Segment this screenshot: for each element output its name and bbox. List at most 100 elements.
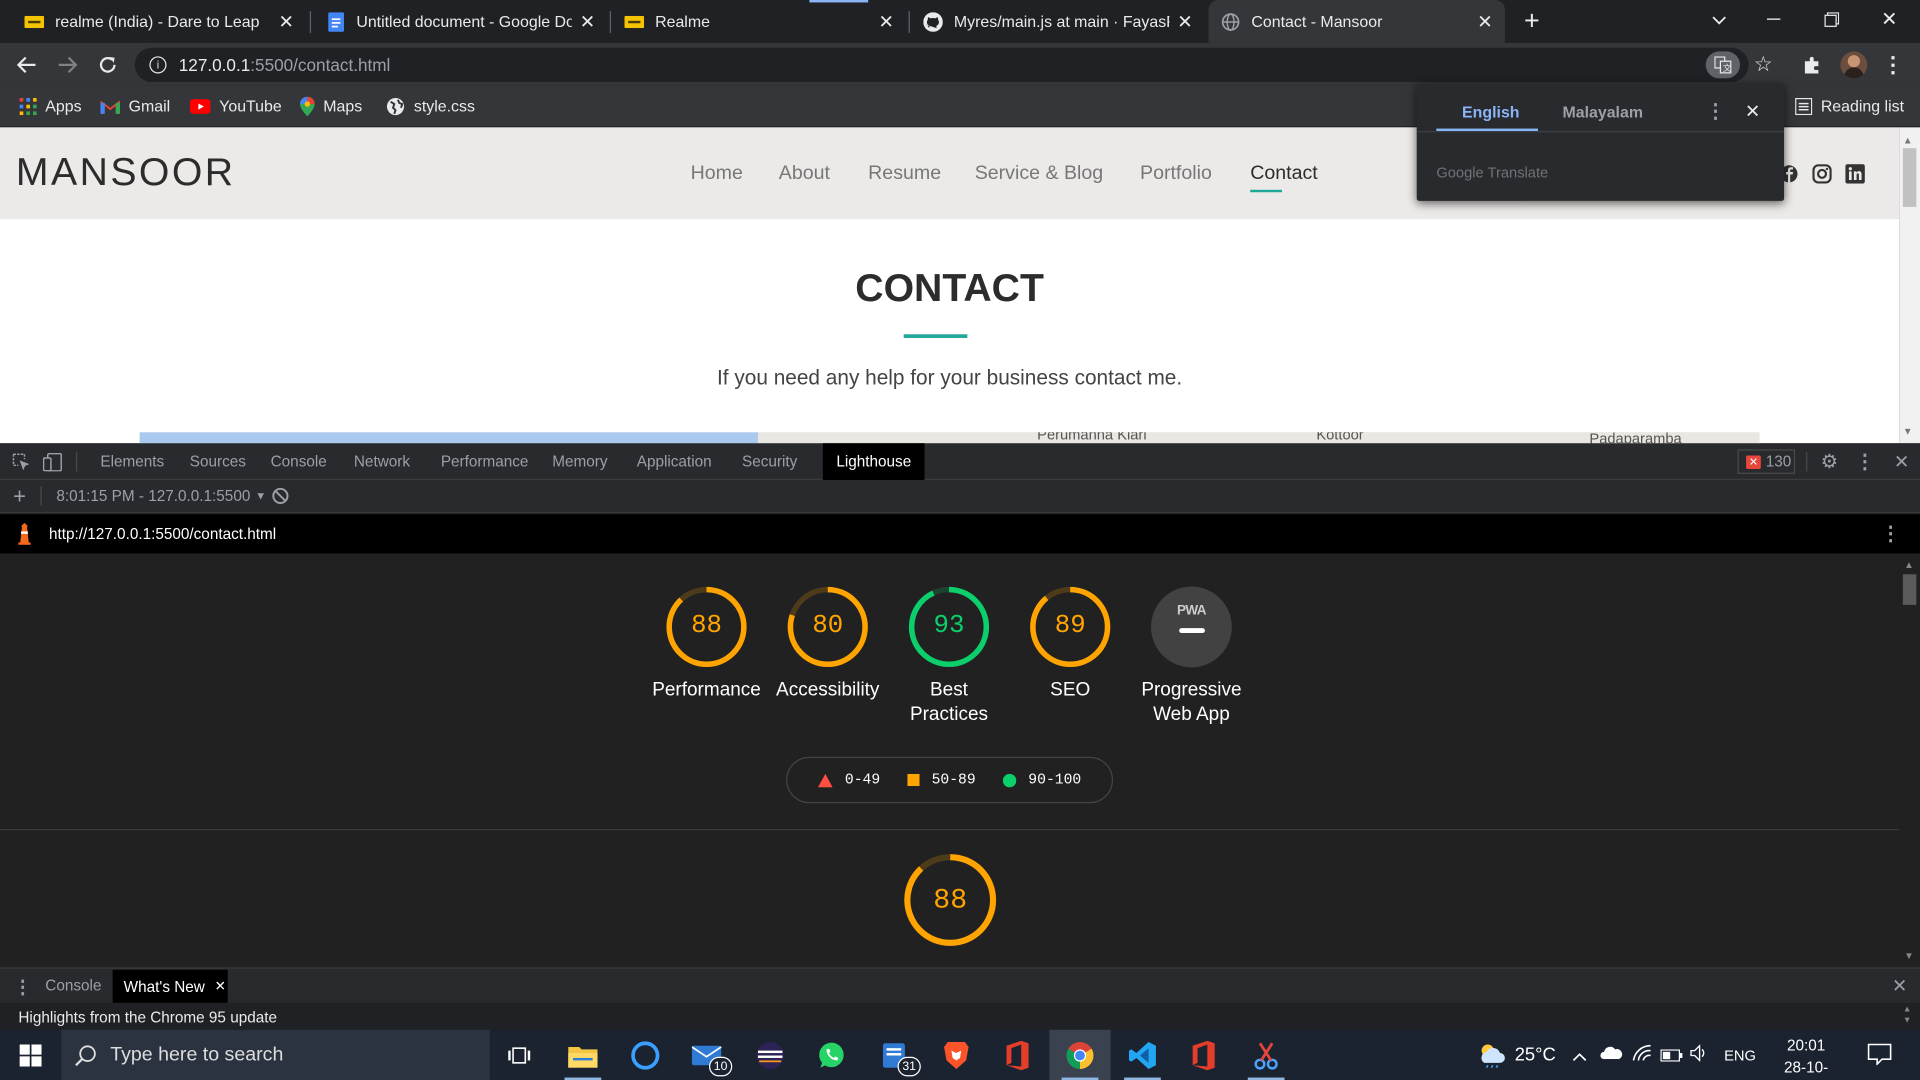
error-count-badge[interactable]: ✕ 130 bbox=[1737, 449, 1796, 474]
drawer-menu-icon[interactable]: ⋮ bbox=[13, 976, 31, 998]
restore-icon[interactable] bbox=[1820, 7, 1844, 31]
devtools-tab-lighthouse[interactable]: Lighthouse bbox=[822, 443, 925, 481]
weather-temperature[interactable]: 25°C bbox=[1515, 1044, 1556, 1065]
devtools-tab-elements[interactable]: Elements bbox=[100, 443, 164, 480]
linkedin-icon[interactable] bbox=[1844, 163, 1866, 185]
report-scrollbar-thumb[interactable] bbox=[1902, 574, 1917, 605]
browser-tab-realme[interactable]: Realme ✕ bbox=[612, 0, 906, 43]
taskbar-search-box[interactable]: Type here to search bbox=[61, 1029, 490, 1080]
browser-tab-github[interactable]: Myres/main.js at main · FayasFF/ ✕ bbox=[911, 0, 1205, 43]
volume-icon[interactable] bbox=[1690, 1044, 1710, 1065]
devtools-tab-memory[interactable]: Memory bbox=[552, 443, 607, 480]
inspect-element-icon[interactable] bbox=[11, 452, 31, 472]
eclipse-icon[interactable] bbox=[740, 1030, 801, 1080]
score-gauge-accessibility[interactable]: 80 Accessibility bbox=[767, 586, 889, 703]
nav-resume[interactable]: Resume bbox=[868, 163, 941, 185]
translate-lang-malayalam[interactable]: Malayalam bbox=[1562, 103, 1643, 121]
devtools-tab-application[interactable]: Application bbox=[637, 443, 712, 480]
scroll-up-icon[interactable]: ▲ bbox=[1903, 1005, 1911, 1014]
forward-arrow-icon[interactable] bbox=[55, 53, 79, 77]
start-button[interactable] bbox=[0, 1030, 61, 1080]
chrome-icon[interactable] bbox=[1049, 1029, 1111, 1080]
new-tab-icon[interactable]: + bbox=[1518, 5, 1545, 36]
reload-icon[interactable] bbox=[96, 53, 120, 77]
browser-tab-contact-active[interactable]: Contact - Mansoor ✕ bbox=[1208, 0, 1505, 43]
new-report-plus-icon[interactable]: + bbox=[10, 483, 30, 507]
score-gauge-pwa[interactable]: PWA Progressive Web App bbox=[1130, 586, 1252, 728]
scroll-down-icon[interactable]: ▼ bbox=[1903, 426, 1913, 437]
reading-list-button[interactable]: Reading list bbox=[1795, 86, 1904, 126]
cortana-icon[interactable] bbox=[615, 1030, 676, 1080]
browser-menu-icon[interactable]: ⋮ bbox=[1882, 52, 1904, 77]
site-logo[interactable]: MANSOOR bbox=[16, 149, 236, 194]
profile-avatar[interactable] bbox=[1840, 51, 1868, 79]
tab-search-chevron-icon[interactable] bbox=[1707, 9, 1731, 33]
bookmark-maps[interactable]: Maps bbox=[300, 86, 362, 126]
scroll-up-icon[interactable]: ▲ bbox=[1903, 135, 1913, 146]
close-window-icon[interactable]: ✕ bbox=[1877, 7, 1901, 31]
nav-home[interactable]: Home bbox=[691, 163, 743, 185]
score-gauge-seo[interactable]: 89 SEO bbox=[1009, 586, 1131, 703]
score-gauge-best-practices[interactable]: 93 Best Practices bbox=[888, 586, 1010, 728]
browser-tab-realme-india[interactable]: realme (India) - Dare to Leap ✕ bbox=[12, 0, 306, 43]
tab-close-icon[interactable]: ✕ bbox=[1177, 10, 1192, 33]
input-language[interactable]: ENG bbox=[1724, 1047, 1756, 1064]
address-bar[interactable]: i 127.0.0.1:5500/contact.html bbox=[134, 47, 1749, 83]
tab-close-icon[interactable]: ✕ bbox=[278, 10, 293, 33]
translate-options-icon[interactable]: ⋮ bbox=[1706, 99, 1726, 123]
bookmark-star-icon[interactable]: ☆ bbox=[1751, 53, 1775, 77]
page-scrollbar-thumb[interactable] bbox=[1902, 148, 1917, 207]
back-arrow-icon[interactable] bbox=[15, 53, 39, 77]
whatsapp-icon[interactable] bbox=[801, 1030, 862, 1080]
tab-close-icon[interactable]: ✕ bbox=[878, 10, 893, 33]
report-selector[interactable]: 8:01:15 PM - 127.0.0.1:5500 ▼ bbox=[56, 487, 266, 504]
brave-browser-icon[interactable] bbox=[926, 1030, 987, 1080]
snipping-tool-icon[interactable] bbox=[1236, 1030, 1297, 1080]
close-icon[interactable]: ✕ bbox=[215, 978, 226, 995]
scroll-down-icon[interactable]: ▼ bbox=[1904, 950, 1914, 961]
nav-about[interactable]: About bbox=[779, 163, 830, 185]
bookmark-youtube[interactable]: YouTube bbox=[189, 86, 282, 126]
report-scrollbar[interactable]: ▲ ▼ bbox=[1899, 553, 1920, 968]
mail-icon[interactable]: 10 bbox=[677, 1030, 738, 1080]
drawer-tab-console[interactable]: Console bbox=[45, 977, 101, 994]
nav-service-blog[interactable]: Service & Blog bbox=[975, 163, 1103, 185]
devtools-menu-icon[interactable]: ⋮ bbox=[1855, 452, 1875, 473]
device-toolbar-icon[interactable] bbox=[42, 452, 63, 472]
translate-close-icon[interactable]: ✕ bbox=[1745, 100, 1760, 123]
scroll-down-icon[interactable]: ▼ bbox=[1903, 1016, 1911, 1025]
clear-reports-icon[interactable] bbox=[271, 486, 291, 506]
devtools-settings-gear-icon[interactable]: ⚙ bbox=[1820, 452, 1840, 473]
nav-portfolio[interactable]: Portfolio bbox=[1140, 163, 1212, 185]
devtools-tab-security[interactable]: Security bbox=[742, 443, 797, 480]
report-menu-icon[interactable]: ⋮ bbox=[1881, 522, 1901, 546]
show-hidden-icons-chevron-icon[interactable] bbox=[1572, 1047, 1587, 1065]
onedrive-cloud-icon[interactable] bbox=[1600, 1044, 1623, 1062]
notifications-icon[interactable] bbox=[1867, 1043, 1892, 1069]
nav-contact[interactable]: Contact bbox=[1250, 163, 1318, 185]
office-icon[interactable] bbox=[987, 1030, 1048, 1080]
weather-icon[interactable] bbox=[1476, 1040, 1508, 1069]
tab-close-icon[interactable]: ✕ bbox=[580, 10, 595, 33]
bookmark-style-css[interactable]: style.css bbox=[386, 86, 475, 126]
bookmark-apps[interactable]: Apps bbox=[19, 86, 82, 126]
calendar-notes-icon[interactable]: 31 bbox=[864, 1030, 925, 1080]
battery-icon[interactable] bbox=[1660, 1047, 1683, 1065]
performance-large-gauge[interactable]: 88 bbox=[904, 853, 997, 946]
extensions-puzzle-icon[interactable] bbox=[1800, 53, 1824, 77]
embedded-map[interactable]: Perumanna Klari Kottoor Padaparamba bbox=[139, 432, 1760, 444]
drawer-tab-whats-new[interactable]: What's New ✕ bbox=[112, 969, 228, 1003]
taskbar-clock[interactable]: 20:01 28-10-2021 bbox=[1771, 1035, 1842, 1080]
minimize-icon[interactable] bbox=[1761, 7, 1785, 31]
drawer-close-icon[interactable]: ✕ bbox=[1892, 975, 1907, 997]
bookmark-gmail[interactable]: Gmail bbox=[100, 86, 170, 126]
tab-close-icon[interactable]: ✕ bbox=[1477, 10, 1492, 33]
page-scrollbar[interactable]: ▲ ▼ bbox=[1899, 127, 1920, 444]
devtools-close-icon[interactable]: ✕ bbox=[1892, 452, 1912, 473]
instagram-icon[interactable] bbox=[1811, 163, 1833, 185]
devtools-tab-performance[interactable]: Performance bbox=[441, 443, 529, 480]
translate-lang-english[interactable]: English bbox=[1462, 103, 1519, 121]
task-view-icon[interactable] bbox=[490, 1030, 551, 1080]
devtools-tab-network[interactable]: Network bbox=[354, 443, 410, 480]
translate-page-icon[interactable]: 文 bbox=[1705, 51, 1741, 79]
